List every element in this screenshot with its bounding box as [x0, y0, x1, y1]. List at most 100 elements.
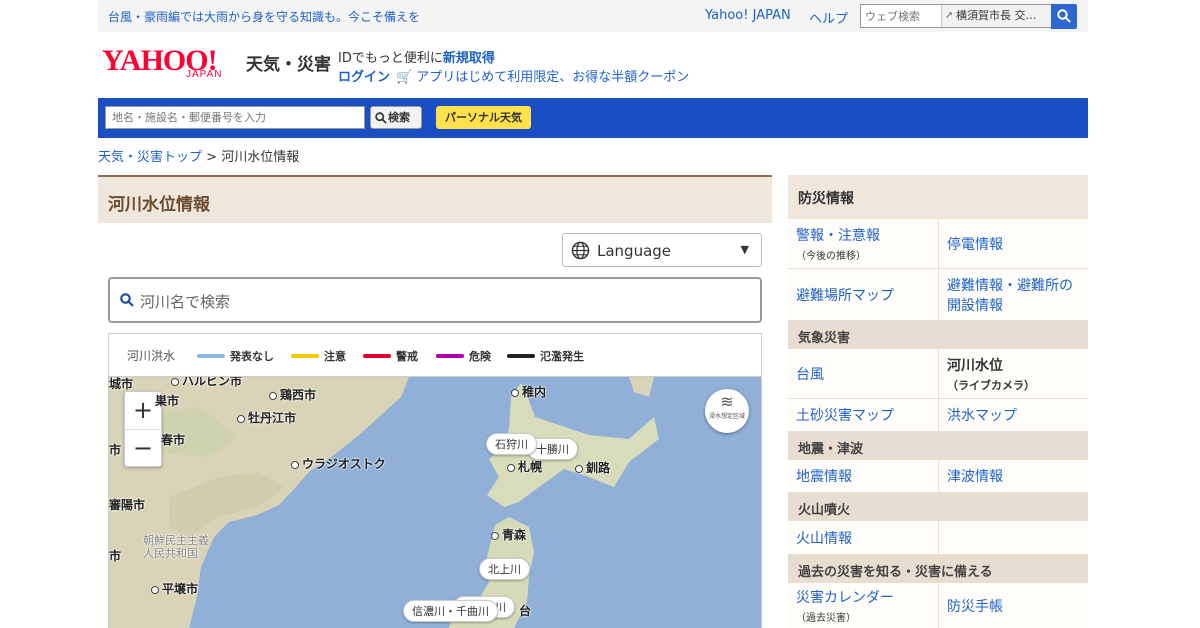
wave-icon: ≋ — [720, 392, 734, 411]
legend-swatch — [197, 354, 225, 358]
sidebar-title: 防災情報 — [788, 175, 1088, 219]
yahoo-logo[interactable]: YAHOO! JAPAN 天気・災害 — [102, 44, 332, 84]
map-place: 台 — [519, 604, 532, 618]
legend-swatch — [363, 354, 391, 358]
flood-area-button[interactable]: ≋ 浸水想定区域 — [705, 389, 749, 433]
chevron-down-icon: ▼ — [740, 243, 749, 256]
river-search-input[interactable]: 河川名で検索 — [108, 277, 762, 323]
location-search-band: 検索 パーソナル天気 — [98, 98, 1088, 138]
search-suggest[interactable]: ➚ 横須賀市長 交… — [941, 5, 1051, 27]
sidebar-item-landslide-map[interactable]: 土砂災害マップ — [788, 399, 938, 431]
sidebar-item-earthquake[interactable]: 地震情報 — [788, 460, 938, 492]
sidebar-section-weather: 気象災害 — [788, 321, 1088, 349]
sidebar-row: 火山情報 — [788, 521, 1088, 555]
sidebar-item-river-level: 河川水位 （ライブカメラ） — [938, 349, 1088, 398]
flood-legend: 河川洪水 発表なし 注意 警戒 危険 氾濫発生 — [108, 333, 762, 377]
sidebar-item-warnings[interactable]: 警報・注意報 （今後の推移） — [788, 219, 938, 268]
login-link[interactable]: ログイン — [338, 66, 390, 85]
coupon-link[interactable]: 🛒 アプリはじめて利用限定、お得な半額クーポン — [396, 66, 689, 85]
location-search-button[interactable]: 検索 — [370, 106, 422, 129]
map-place: 青森 — [491, 526, 526, 543]
logo-sub: JAPAN — [186, 69, 223, 80]
sidebar-section-volcano: 火山噴火 — [788, 493, 1088, 521]
sidebar-item-label: 洪水マップ — [947, 408, 1017, 424]
zoom-out-button[interactable]: − — [125, 429, 161, 466]
map-place: 巣市 — [155, 394, 180, 408]
legend-label: 氾濫発生 — [540, 350, 584, 363]
map-place: ハルビン市 — [171, 377, 242, 389]
notice-link[interactable]: 台風・豪雨編では大雨から身を守る知識も。今こそ備えを — [108, 8, 420, 25]
language-label: Language — [597, 242, 672, 260]
sidebar-item-label: 台風 — [796, 366, 824, 383]
sidebar-item-label: 避難場所マップ — [796, 287, 894, 304]
sidebar-item-label: 防災手帳 — [947, 598, 1003, 615]
sidebar-item-label: 警報・注意報 — [796, 228, 880, 244]
yahoo-japan-link[interactable]: Yahoo! JAPAN — [705, 8, 791, 23]
map-place: 鶏西市 — [269, 386, 316, 403]
river-marker-kitakami[interactable]: 北上川 — [479, 558, 530, 580]
legend-title: 河川洪水 — [127, 349, 176, 363]
trend-arrow-icon: ➚ — [945, 10, 954, 21]
location-search-input[interactable] — [105, 106, 365, 129]
sidebar-row: 避難場所マップ 避難情報・避難所の開設情報 — [788, 269, 1088, 321]
top-bar: 台風・豪雨編では大雨から身を守る知識も。今こそ備えを Yahoo! JAPAN … — [98, 0, 1088, 32]
legend-label: 危険 — [469, 350, 491, 363]
sidebar-item-label: 災害カレンダー — [796, 590, 894, 606]
sidebar-item-sub: （今後の推移） — [796, 251, 866, 262]
sidebar-item-label: 避難情報・避難所の開設情報 — [947, 277, 1073, 314]
sidebar-item-calendar[interactable]: 災害カレンダー （過去災害） — [788, 583, 938, 628]
globe-icon — [571, 241, 590, 260]
sidebar-section-past: 過去の災害を知る・災害に備える — [788, 555, 1088, 583]
map-place: 平壌市 — [151, 580, 198, 597]
sidebar-section-quake: 地震・津波 — [788, 432, 1088, 460]
sidebar-row: 台風 河川水位 （ライブカメラ） — [788, 349, 1088, 399]
map-place: 稚内 — [511, 383, 546, 400]
breadcrumb-home[interactable]: 天気・災害トップ — [98, 150, 202, 165]
map-terrain — [109, 377, 659, 628]
map-place: 市 — [109, 549, 122, 563]
sidebar-item-label: 河川水位 — [947, 357, 1003, 374]
sidebar-item-sub: （過去災害） — [796, 613, 856, 624]
sidebar-item-evacuation[interactable]: 避難情報・避難所の開設情報 — [938, 269, 1088, 320]
flood-area-label: 浸水想定区域 — [708, 413, 745, 420]
sidebar-item-label: 土砂災害マップ — [796, 408, 894, 424]
register-link[interactable]: 新規取得 — [443, 51, 495, 66]
sidebar-item-typhoon[interactable]: 台風 — [788, 349, 938, 398]
sidebar-item-outage[interactable]: 停電情報 — [938, 219, 1088, 268]
sidebar-item-tsunami[interactable]: 津波情報 — [938, 460, 1088, 492]
web-search-box: ➚ 横須賀市長 交… — [860, 4, 1051, 28]
legend-swatch — [291, 354, 319, 358]
map-place: ウラジオストク — [291, 455, 386, 472]
sidebar-row: 土砂災害マップ 洪水マップ — [788, 399, 1088, 432]
web-search-button[interactable] — [1051, 4, 1077, 29]
map-place: 春市 — [161, 433, 186, 447]
sidebar-item-volcano[interactable]: 火山情報 — [788, 521, 938, 554]
sidebar-item-shelter-map[interactable]: 避難場所マップ — [788, 269, 938, 320]
help-link[interactable]: ヘルプ — [809, 8, 848, 27]
river-marker-shinano[interactable]: 信濃川・千曲川 — [403, 600, 498, 622]
river-marker-ishikari[interactable]: 石狩川 — [486, 433, 537, 455]
sidebar-item-label: 停電情報 — [947, 236, 1003, 253]
map-place: 審陽市 — [109, 498, 146, 512]
legend-swatch — [436, 354, 464, 358]
personal-weather-button[interactable]: パーソナル天気 — [436, 106, 531, 129]
search-icon — [120, 293, 134, 307]
page: 台風・豪雨編では大雨から身を守る知識も。今こそ備えを Yahoo! JAPAN … — [98, 0, 1088, 628]
river-map[interactable]: + − ≋ 浸水想定区域 城市 ハルビン市 巣市 鶏西市 牡丹江市 春市 市 ウ… — [108, 377, 762, 628]
legend-item: 発表なし — [197, 348, 274, 364]
id-promo: IDでもっと便利に新規取得 — [338, 47, 495, 66]
language-select[interactable]: Language ▼ — [562, 233, 762, 267]
sidebar-item-empty — [938, 521, 1088, 554]
sidebar-item-handbook[interactable]: 防災手帳 — [938, 583, 1088, 628]
web-search-input[interactable] — [861, 5, 941, 27]
legend-label: 注意 — [324, 350, 346, 363]
search-button-label: 検索 — [388, 111, 410, 124]
legend-swatch — [507, 354, 535, 358]
disaster-info-sidebar: 防災情報 警報・注意報 （今後の推移） 停電情報 避難場所マップ 避難情報・避難所… — [788, 175, 1088, 628]
sidebar-item-flood-map[interactable]: 洪水マップ — [938, 399, 1088, 431]
sidebar-item-label: 津波情報 — [947, 469, 1003, 485]
map-place: 釧路 — [575, 459, 610, 476]
page-title-bar: 河川水位情報 — [98, 175, 772, 223]
search-icon — [375, 112, 387, 124]
sidebar-row: 災害カレンダー （過去災害） 防災手帳 — [788, 583, 1088, 628]
